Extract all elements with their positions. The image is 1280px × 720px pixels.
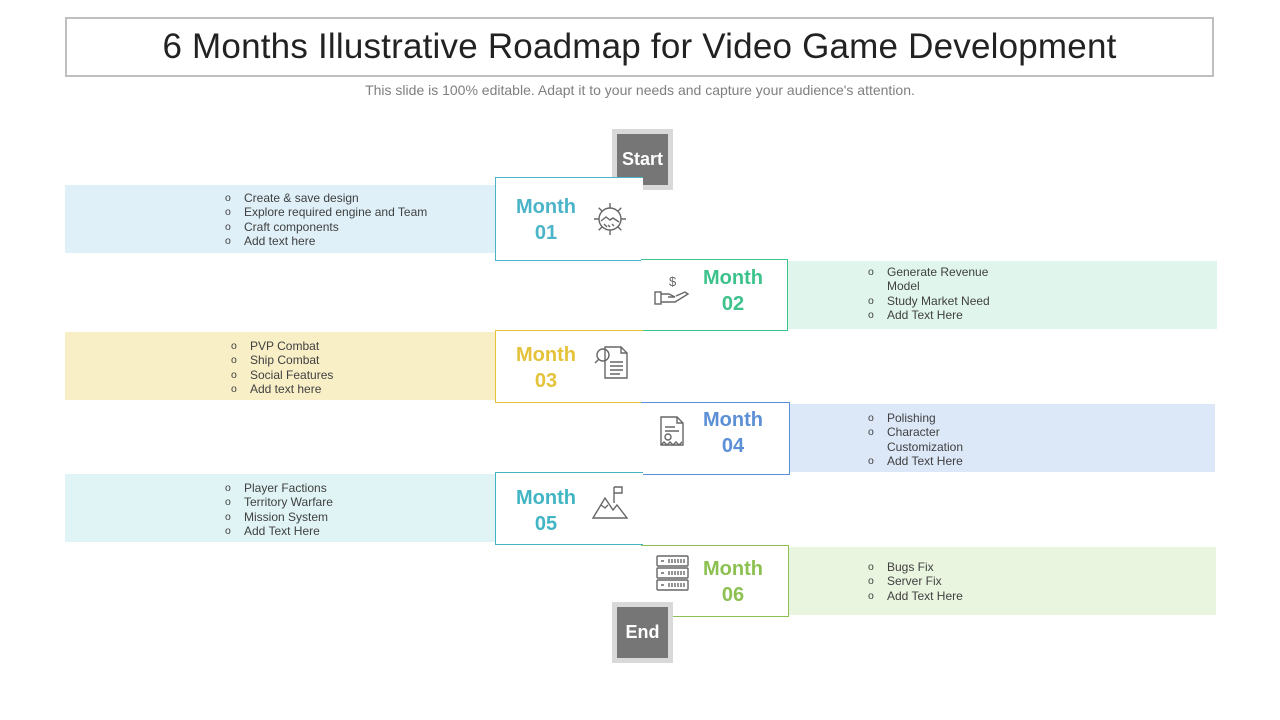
page-title: 6 Months Illustrative Roadmap for Video … (162, 27, 1117, 66)
month-03-items: PVP Combat Ship Combat Social Features A… (231, 339, 333, 396)
month-02-items: Generate Revenue Model Study Market Need… (868, 265, 1008, 322)
month-04-items: Polishing Character Customization Add Te… (868, 411, 998, 468)
list-item: PVP Combat (231, 339, 333, 354)
end-marker: End (612, 602, 673, 663)
month-05-items: Player Factions Territory Warfare Missio… (225, 481, 333, 538)
month-01-items: Create & save design Explore required en… (225, 191, 427, 248)
end-label: End (617, 607, 668, 658)
list-item: Add Text Here (225, 524, 333, 539)
title-box: 6 Months Illustrative Roadmap for Video … (65, 17, 1214, 77)
list-item: Polishing (868, 411, 998, 426)
list-item: Add text here (225, 234, 427, 249)
month-06-band (787, 547, 1216, 615)
month-02-label: Month 02 (703, 267, 763, 315)
list-item: Generate Revenue Model (868, 265, 1008, 294)
gear-handshake-icon (590, 199, 630, 239)
list-item: Create & save design (225, 191, 427, 206)
list-item: Craft components (225, 220, 427, 235)
list-item: Player Factions (225, 481, 333, 496)
hand-dollar-icon: $ (652, 272, 692, 312)
month-05-label: Month 05 (516, 487, 576, 535)
list-item: Explore required engine and Team (225, 205, 427, 220)
list-item: Server Fix (868, 574, 963, 589)
server-icon (654, 553, 694, 593)
certificate-icon (652, 412, 692, 452)
list-item: Territory Warfare (225, 495, 333, 510)
list-item: Study Market Need (868, 294, 1008, 309)
list-item: Add text here (231, 382, 333, 397)
list-item: Add Text Here (868, 454, 998, 469)
month-04-label: Month 04 (703, 409, 763, 457)
month-03-label: Month 03 (516, 344, 576, 392)
document-search-icon (592, 342, 632, 382)
list-item: Mission System (225, 510, 333, 525)
list-item: Ship Combat (231, 353, 333, 368)
month-06-items: Bugs Fix Server Fix Add Text Here (868, 560, 963, 603)
month-04-band (787, 404, 1215, 472)
month-01-label: Month 01 (516, 196, 576, 244)
list-item: Bugs Fix (868, 560, 963, 575)
list-item: Social Features (231, 368, 333, 383)
list-item: Character Customization (868, 425, 998, 454)
svg-text:$: $ (669, 274, 677, 289)
mountain-flag-icon (590, 483, 630, 523)
list-item: Add Text Here (868, 589, 963, 604)
month-06-label: Month 06 (703, 558, 763, 606)
list-item: Add Text Here (868, 308, 1008, 323)
subtitle: This slide is 100% editable. Adapt it to… (365, 82, 915, 98)
